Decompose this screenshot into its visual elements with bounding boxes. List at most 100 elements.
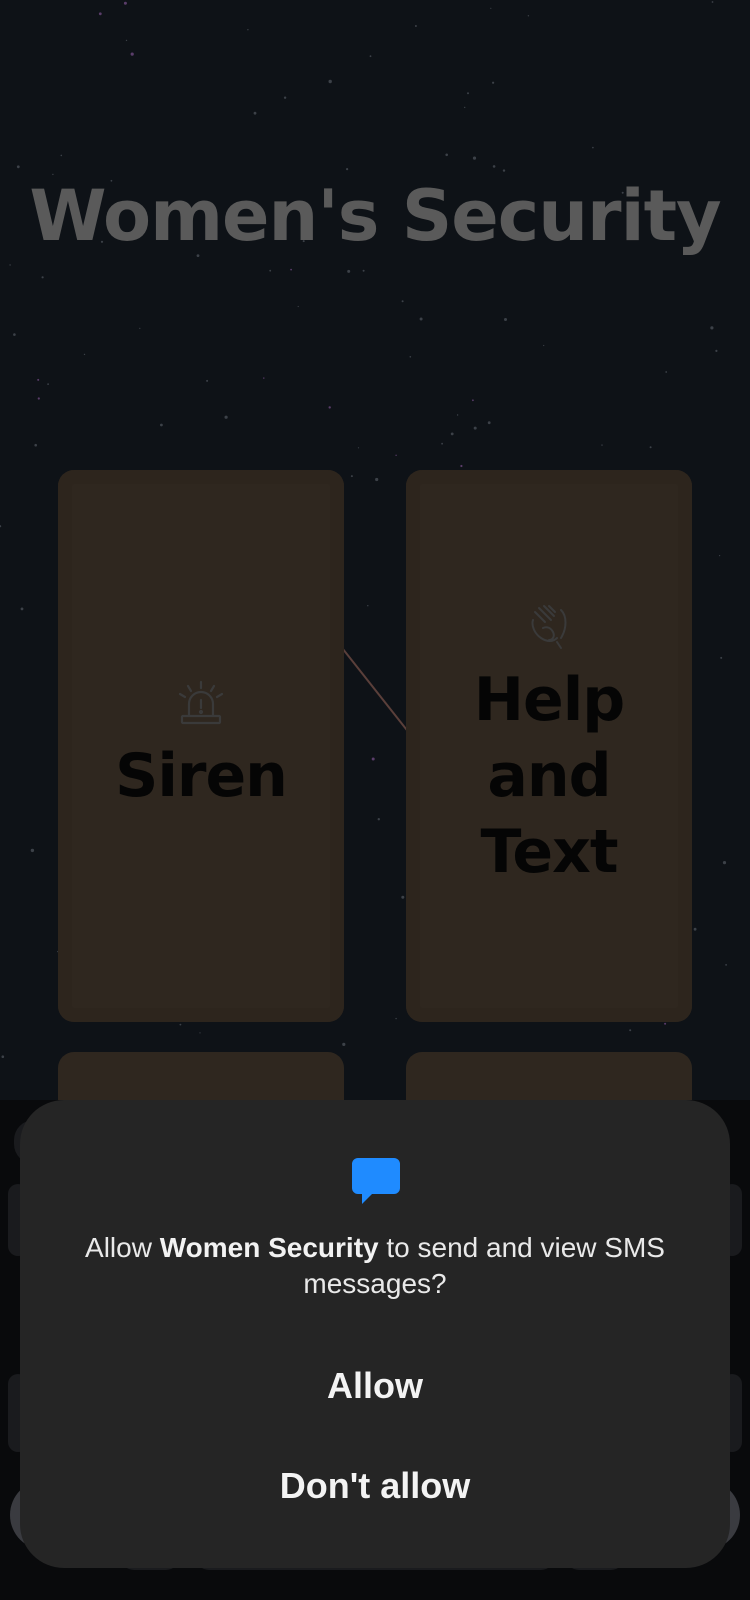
star [722, 861, 727, 865]
siren-tile-label: Siren [58, 738, 344, 814]
app-name: Women Security [159, 1232, 379, 1263]
star [47, 383, 49, 385]
tile-label-line: Help [473, 665, 625, 735]
page-title: Women's Security [29, 175, 721, 257]
star [139, 327, 141, 329]
star [543, 344, 545, 347]
help-and-text-tile[interactable]: Help and Text [406, 470, 692, 1022]
star [720, 656, 723, 659]
star [601, 444, 603, 446]
allow-button[interactable]: Allow [80, 1346, 670, 1426]
star [649, 446, 652, 449]
star [199, 1032, 201, 1034]
star [160, 423, 163, 427]
star [0, 525, 2, 528]
siren-tile[interactable]: Siren [58, 470, 344, 1022]
star [490, 7, 492, 9]
star [504, 318, 507, 321]
star [460, 464, 463, 468]
star [125, 39, 128, 42]
star [130, 52, 134, 56]
star [41, 276, 44, 279]
star [492, 81, 495, 84]
star [37, 378, 40, 381]
star [224, 415, 228, 419]
siren-icon [176, 680, 226, 731]
star [664, 1022, 667, 1025]
star [473, 426, 477, 430]
star [1, 1055, 5, 1058]
star [328, 406, 331, 409]
star [719, 555, 721, 557]
star [472, 156, 477, 160]
star [98, 12, 102, 16]
star [34, 443, 37, 447]
star [30, 848, 35, 853]
star [377, 818, 380, 821]
star [37, 397, 40, 400]
dont-allow-button[interactable]: Don't allow [80, 1446, 670, 1526]
tile-label-line: Siren [115, 741, 288, 811]
star [409, 356, 412, 358]
star [492, 165, 496, 168]
star [401, 895, 405, 899]
star [367, 605, 369, 607]
star [346, 168, 349, 171]
star [414, 25, 417, 27]
star [592, 146, 594, 149]
star [487, 421, 491, 425]
star [13, 333, 16, 336]
app-screen: Women's Security Siren Help and Text All… [0, 0, 750, 1600]
star [16, 165, 20, 169]
permission-dialog: Allow Women Security to send and view SM… [20, 1100, 730, 1568]
star [445, 153, 449, 157]
star [711, 1, 714, 3]
star [123, 1, 127, 5]
sms-message-icon [350, 1156, 402, 1213]
star [290, 268, 292, 271]
star [283, 96, 287, 99]
star [464, 106, 466, 109]
star [253, 111, 257, 115]
star [83, 353, 86, 356]
star [371, 757, 375, 761]
star [456, 414, 459, 416]
star [357, 447, 360, 449]
star [693, 927, 697, 931]
star [715, 349, 718, 352]
star [395, 1017, 397, 1020]
permission-message: Allow Women Security to send and view SM… [50, 1230, 700, 1302]
star [467, 92, 469, 95]
tile-label-line: Text [480, 817, 618, 887]
star [20, 607, 24, 611]
star [395, 454, 397, 456]
star [350, 475, 353, 478]
star [375, 477, 379, 482]
star [502, 169, 506, 172]
star [269, 269, 272, 272]
star [347, 269, 351, 273]
star [665, 371, 668, 373]
star [629, 1029, 632, 1032]
star [179, 1023, 182, 1026]
star [60, 154, 63, 157]
help-tile-label: Help and Text [406, 662, 692, 890]
star [401, 300, 404, 303]
help-hands-icon [527, 602, 571, 657]
star [419, 317, 423, 321]
star [369, 55, 372, 58]
star [206, 379, 209, 382]
star [710, 326, 714, 330]
star [342, 1042, 346, 1046]
star [362, 269, 365, 272]
star [9, 264, 11, 266]
star [247, 29, 249, 31]
star [472, 399, 474, 402]
star [297, 305, 299, 308]
tile-label-line: and [487, 741, 611, 811]
message-prefix: Allow [85, 1232, 160, 1263]
star [328, 79, 332, 84]
star [450, 432, 454, 436]
star [263, 377, 265, 379]
star [527, 15, 530, 17]
